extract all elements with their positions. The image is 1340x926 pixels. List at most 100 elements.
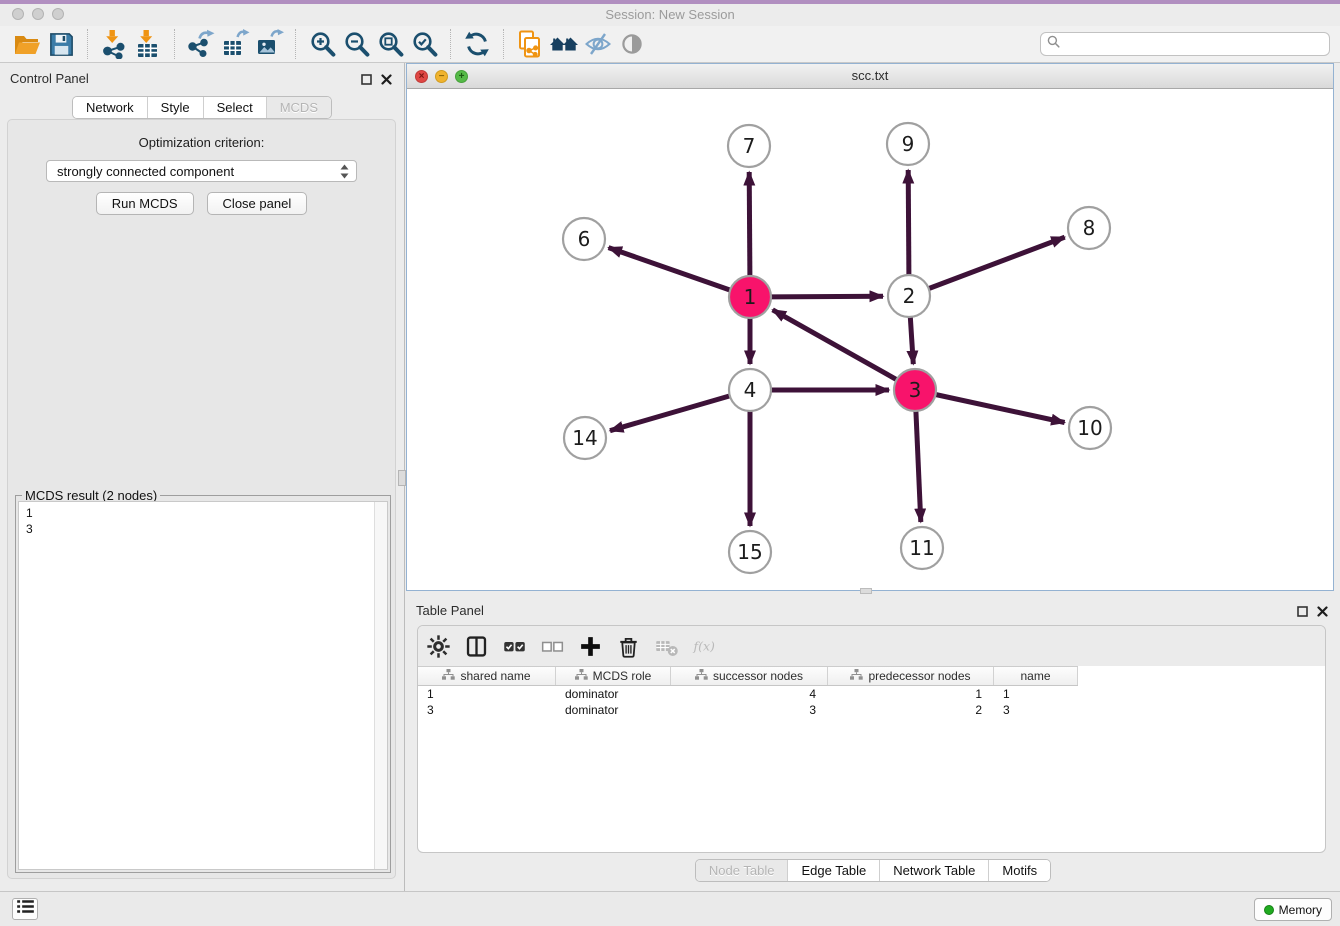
split-columns-icon[interactable]	[464, 632, 489, 660]
graph-node-15[interactable]: 15	[729, 531, 771, 573]
graph-edge-2-8[interactable]	[929, 237, 1065, 288]
result-item[interactable]: 3	[26, 521, 387, 537]
table-cell[interactable]: 1	[828, 686, 994, 702]
save-session-icon[interactable]	[44, 28, 78, 60]
column-header-MCDS-role[interactable]: MCDS role	[556, 667, 671, 685]
show-all-networks-icon[interactable]	[547, 28, 581, 60]
optimization-criterion-select[interactable]: strongly connected component	[46, 160, 357, 182]
table-cell[interactable]: 1	[994, 686, 1078, 702]
tab-select[interactable]: Select	[203, 97, 266, 118]
column-header-successor-nodes[interactable]: successor nodes	[671, 667, 828, 685]
graph-node-7[interactable]: 7	[728, 125, 770, 167]
float-panel-icon[interactable]	[361, 72, 372, 90]
task-list-icon	[16, 899, 35, 919]
table-cell[interactable]: 4	[671, 686, 828, 702]
graph-edge-2-9[interactable]	[908, 170, 909, 275]
vertical-splitter-handle[interactable]	[398, 470, 406, 486]
table-row[interactable]: 3dominator323	[418, 702, 1325, 718]
graph-edge-1-7[interactable]	[749, 172, 750, 276]
table-panel-title: Table Panel	[416, 603, 484, 618]
duplicate-network-icon[interactable]	[513, 28, 547, 60]
network-window-titlebar[interactable]: × − + scc.txt	[407, 64, 1333, 89]
open-file-icon[interactable]	[10, 28, 44, 60]
svg-text:14: 14	[572, 426, 597, 450]
show-selected-eye-icon	[615, 28, 649, 60]
column-header-name[interactable]: name	[994, 667, 1078, 685]
tab-style[interactable]: Style	[147, 97, 203, 118]
graph-edge-4-14[interactable]	[610, 396, 730, 431]
toolbar-separator	[174, 29, 175, 59]
graph-node-9[interactable]: 9	[887, 123, 929, 165]
zoom-out-icon[interactable]	[339, 28, 373, 60]
main-toolbar	[0, 26, 1340, 63]
graph-node-11[interactable]: 11	[901, 527, 943, 569]
table-cell[interactable]: dominator	[556, 702, 671, 718]
graph-node-6[interactable]: 6	[563, 218, 605, 260]
mcds-result-list[interactable]: 13	[18, 501, 388, 870]
zoom-fit-icon[interactable]	[373, 28, 407, 60]
table-cell[interactable]: 3	[994, 702, 1078, 718]
search-box[interactable]	[1040, 32, 1330, 56]
network-canvas[interactable]: 1 2 3 4 6 7 8 9 10 11 14 15	[407, 89, 1333, 590]
settings-gear-icon[interactable]	[426, 632, 451, 660]
close-panel-button[interactable]: Close panel	[207, 192, 308, 215]
status-bar: Memory	[0, 891, 1340, 926]
close-panel-icon[interactable]	[381, 72, 392, 90]
column-header-shared-name[interactable]: shared name	[418, 667, 556, 685]
graph-node-14[interactable]: 14	[564, 417, 606, 459]
tab-network[interactable]: Network	[73, 97, 147, 118]
svg-text:4: 4	[744, 378, 757, 402]
svg-text:1: 1	[744, 285, 757, 309]
add-column-icon[interactable]	[578, 632, 603, 660]
result-item[interactable]: 1	[26, 505, 387, 521]
tab-edge-table[interactable]: Edge Table	[787, 860, 879, 881]
graph-edge-1-6[interactable]	[609, 248, 731, 291]
delete-column-icon[interactable]	[616, 632, 641, 660]
horizontal-splitter-handle[interactable]	[860, 588, 872, 594]
network-view-window: × − + scc.txt 1 2 3 4 6 7 8 9 10 11 14 15	[406, 63, 1334, 591]
table-cell[interactable]: 2	[828, 702, 994, 718]
graph-node-2[interactable]: 2	[888, 275, 930, 317]
import-network-icon[interactable]	[97, 28, 131, 60]
graph-edge-3-11[interactable]	[916, 411, 921, 522]
table-cell[interactable]: 3	[671, 702, 828, 718]
refresh-icon[interactable]	[460, 28, 494, 60]
zoom-in-icon[interactable]	[305, 28, 339, 60]
zoom-selected-icon[interactable]	[407, 28, 441, 60]
run-mcds-button[interactable]: Run MCDS	[96, 192, 194, 215]
select-checked-icon[interactable]	[502, 632, 527, 660]
column-header-predecessor-nodes[interactable]: predecessor nodes	[828, 667, 994, 685]
table-cell[interactable]: dominator	[556, 686, 671, 702]
application-window: Session: New Session Control Panel Netwo…	[0, 0, 1340, 926]
table-panel: Table Panel f(x) shared nameMCDS rolesuc…	[406, 595, 1340, 891]
task-history-button[interactable]	[12, 898, 38, 920]
graph-edge-1-2[interactable]	[771, 296, 883, 297]
table-row[interactable]: 1dominator411	[418, 686, 1325, 702]
tab-network-table[interactable]: Network Table	[879, 860, 988, 881]
graph-edge-2-3[interactable]	[910, 317, 913, 364]
graph-node-10[interactable]: 10	[1069, 407, 1111, 449]
memory-button[interactable]: Memory	[1254, 898, 1332, 921]
tab-node-table[interactable]: Node Table	[696, 860, 788, 881]
float-table-panel-icon[interactable]	[1297, 604, 1308, 622]
tab-mcds[interactable]: MCDS	[266, 97, 331, 118]
hide-selected-eye-icon[interactable]	[581, 28, 615, 60]
select-unchecked-icon[interactable]	[540, 632, 565, 660]
graph-node-8[interactable]: 8	[1068, 207, 1110, 249]
import-table-icon[interactable]	[131, 28, 165, 60]
export-table-icon[interactable]	[218, 28, 252, 60]
network-title: scc.txt	[407, 68, 1333, 83]
graph-edge-3-1[interactable]	[773, 310, 897, 380]
result-scrollbar[interactable]	[374, 502, 387, 869]
graph-node-3[interactable]: 3	[894, 369, 936, 411]
export-image-icon[interactable]	[252, 28, 286, 60]
graph-node-4[interactable]: 4	[729, 369, 771, 411]
close-table-panel-icon[interactable]	[1317, 604, 1328, 622]
tab-motifs[interactable]: Motifs	[988, 860, 1050, 881]
table-cell[interactable]: 3	[418, 702, 556, 718]
graph-edge-3-10[interactable]	[936, 395, 1065, 423]
export-network-icon[interactable]	[184, 28, 218, 60]
table-cell[interactable]: 1	[418, 686, 556, 702]
search-input[interactable]	[1064, 37, 1323, 51]
graph-node-1[interactable]: 1	[729, 276, 771, 318]
